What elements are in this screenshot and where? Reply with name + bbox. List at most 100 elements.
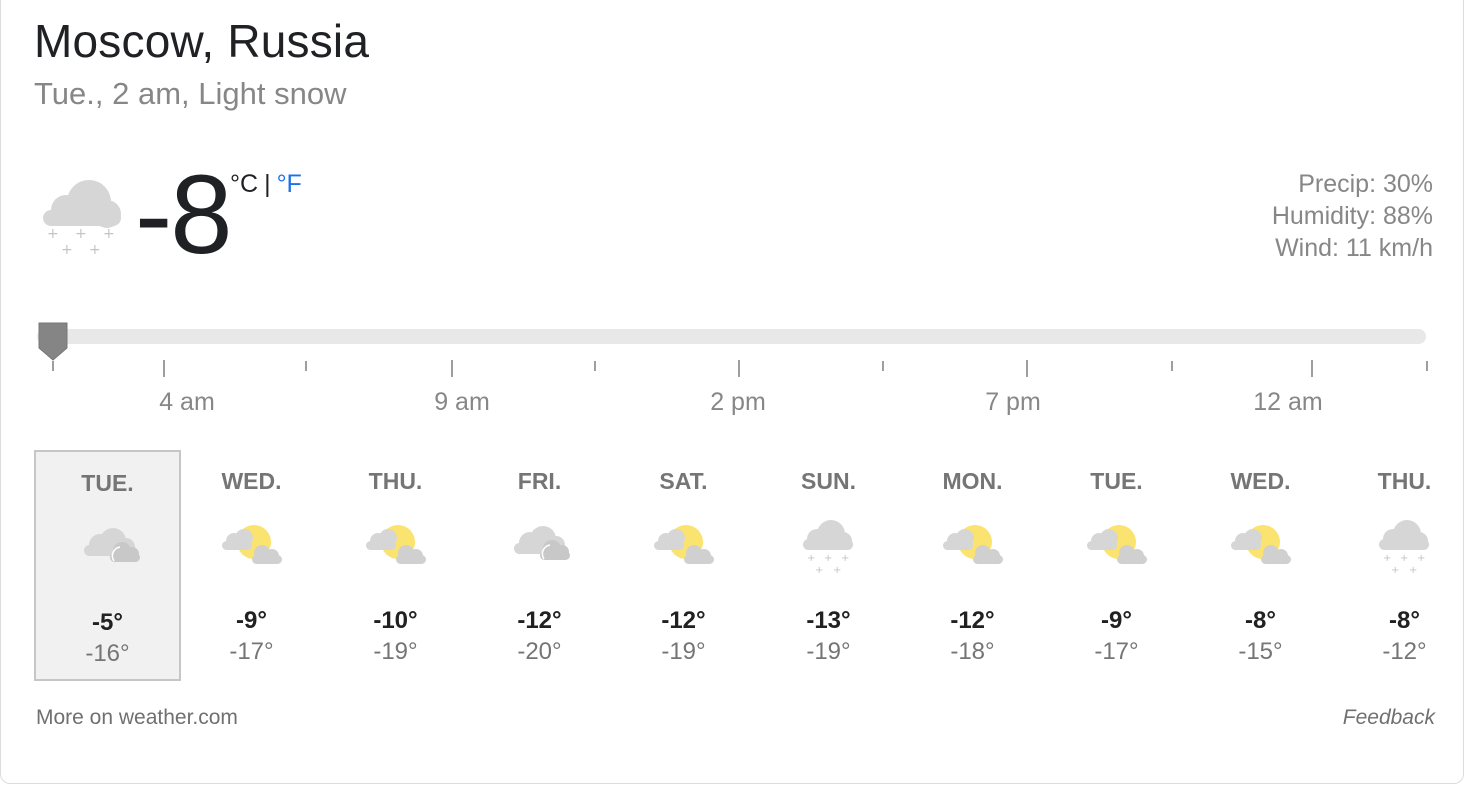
forecast-day[interactable]: MON. -12° -18° xyxy=(899,450,1046,681)
svg-text:+: + xyxy=(61,242,73,258)
more-on-weather-link[interactable]: More on weather.com xyxy=(36,706,238,730)
tick-mark xyxy=(1171,361,1173,371)
celsius-unit[interactable]: °C xyxy=(230,170,258,198)
svg-text:+: + xyxy=(1417,553,1425,564)
unit-separator: | xyxy=(264,170,271,198)
tick-mark xyxy=(1426,361,1428,371)
forecast-high-temp: -12° xyxy=(950,607,995,634)
forecast-high-temp: -5° xyxy=(92,609,123,636)
forecast-day[interactable]: WED. -8° -15° xyxy=(1187,450,1334,681)
svg-text:+: + xyxy=(47,226,59,242)
svg-text:+: + xyxy=(1391,565,1399,575)
light-snow-cloud-icon: + + + + + xyxy=(39,172,129,262)
forecast-day[interactable]: THU. -10° -19° xyxy=(322,450,469,681)
svg-text:+: + xyxy=(833,565,841,575)
forecast-low-temp: -20° xyxy=(517,638,562,665)
svg-text:+: + xyxy=(103,226,115,242)
forecast-day-name: SAT. xyxy=(659,468,708,494)
precip-value: Precip: 30% xyxy=(1298,170,1433,198)
timeline-ticks xyxy=(1,360,1466,380)
tick-mark xyxy=(594,361,596,371)
tick-mark xyxy=(738,360,740,377)
svg-text:+: + xyxy=(1409,565,1417,575)
cloudy-icon xyxy=(78,517,142,577)
weather-details: Precip: 30% Humidity: 88% Wind: 11 km/h xyxy=(1272,168,1433,264)
partly-sunny-icon xyxy=(941,515,1005,575)
unit-toggle: °C | °F xyxy=(230,170,302,199)
forecast-day[interactable]: SUN. + + + + + -13° -19° xyxy=(755,450,902,681)
tick-mark xyxy=(1026,360,1028,377)
location-title: Moscow, Russia xyxy=(34,15,370,67)
forecast-day-name: WED. xyxy=(1230,468,1291,494)
fahrenheit-unit-link[interactable]: °F xyxy=(277,170,302,198)
forecast-high-temp: -8° xyxy=(1245,607,1276,634)
forecast-day[interactable]: THU. + + + + + -8° -12° xyxy=(1331,450,1466,681)
forecast-day-name: TUE. xyxy=(81,470,134,496)
snow-cloud-icon: + + + + + xyxy=(1373,515,1437,576)
tick-mark xyxy=(163,360,165,377)
forecast-low-temp: -19° xyxy=(661,638,706,665)
forecast-low-temp: -19° xyxy=(373,638,418,665)
wind-value: Wind: 11 km/h xyxy=(1275,234,1433,262)
forecast-day[interactable]: WED. -9° -17° xyxy=(178,450,325,681)
forecast-day[interactable]: SAT. -12° -19° xyxy=(610,450,757,681)
timeline-label-7pm: 7 pm xyxy=(985,388,1041,416)
forecast-high-temp: -12° xyxy=(517,607,562,634)
forecast-day[interactable]: TUE. -9° -17° xyxy=(1043,450,1190,681)
forecast-high-temp: -9° xyxy=(236,607,267,634)
forecast-day[interactable]: TUE. -5° -16° xyxy=(34,450,181,681)
svg-text:+: + xyxy=(815,565,823,575)
hourly-slider-thumb[interactable] xyxy=(36,320,70,362)
svg-text:+: + xyxy=(89,242,101,258)
forecast-high-temp: -12° xyxy=(661,607,706,634)
tick-mark xyxy=(451,360,453,377)
tick-mark xyxy=(882,361,884,371)
forecast-day-name: WED. xyxy=(221,468,282,494)
forecast-high-temp: -13° xyxy=(806,607,851,634)
partly-sunny-icon xyxy=(652,515,716,575)
time-condition-subtitle: Tue., 2 am, Light snow xyxy=(34,76,347,111)
forecast-high-temp: -10° xyxy=(373,607,418,634)
forecast-day-name: THU. xyxy=(1377,468,1432,494)
forecast-day[interactable]: FRI. -12° -20° xyxy=(466,450,613,681)
weather-card: Moscow, Russia Tue., 2 am, Light snow + +… xyxy=(0,0,1464,784)
humidity-value: Humidity: 88% xyxy=(1271,202,1433,230)
svg-text:+: + xyxy=(1400,553,1408,564)
forecast-day-name: SUN. xyxy=(801,468,856,494)
svg-text:+: + xyxy=(807,553,815,564)
tick-mark xyxy=(52,361,54,371)
forecast-day-name: FRI. xyxy=(517,468,562,494)
svg-text:+: + xyxy=(1383,553,1391,564)
partly-sunny-icon xyxy=(1229,515,1293,575)
cloudy-icon xyxy=(508,515,572,575)
tick-mark xyxy=(305,361,307,371)
forecast-day-name: THU. xyxy=(368,468,423,494)
feedback-link[interactable]: Feedback xyxy=(1343,706,1435,730)
current-temperature: -8 xyxy=(135,152,233,277)
forecast-low-temp: -17° xyxy=(229,638,274,665)
partly-sunny-icon xyxy=(220,515,284,575)
forecast-high-temp: -8° xyxy=(1389,607,1420,634)
forecast-day-name: MON. xyxy=(942,468,1003,494)
hourly-slider-track[interactable] xyxy=(37,329,1426,344)
forecast-low-temp: -16° xyxy=(85,640,130,667)
forecast-low-temp: -15° xyxy=(1238,638,1283,665)
timeline-label-9am: 9 am xyxy=(434,388,490,416)
svg-text:+: + xyxy=(841,553,849,564)
svg-text:+: + xyxy=(824,553,832,564)
partly-sunny-icon xyxy=(1085,515,1149,575)
timeline-label-12am: 12 am xyxy=(1253,388,1323,416)
svg-text:+: + xyxy=(75,226,87,242)
snow-cloud-icon: + + + + + xyxy=(797,515,861,576)
timeline-label-2pm: 2 pm xyxy=(710,388,766,416)
forecast-day-name: TUE. xyxy=(1090,468,1143,494)
forecast-low-temp: -18° xyxy=(950,638,995,665)
forecast-low-temp: -12° xyxy=(1382,638,1427,665)
tick-mark xyxy=(1311,360,1313,377)
daily-forecast-list: TUE. -5° -16° WED. -9° -17° THU. -10° -19° FRI. -1… xyxy=(34,450,1454,682)
forecast-low-temp: -19° xyxy=(806,638,851,665)
forecast-low-temp: -17° xyxy=(1094,638,1139,665)
partly-sunny-icon xyxy=(364,515,428,575)
forecast-high-temp: -9° xyxy=(1101,607,1132,634)
timeline-label-4am: 4 am xyxy=(159,388,215,416)
